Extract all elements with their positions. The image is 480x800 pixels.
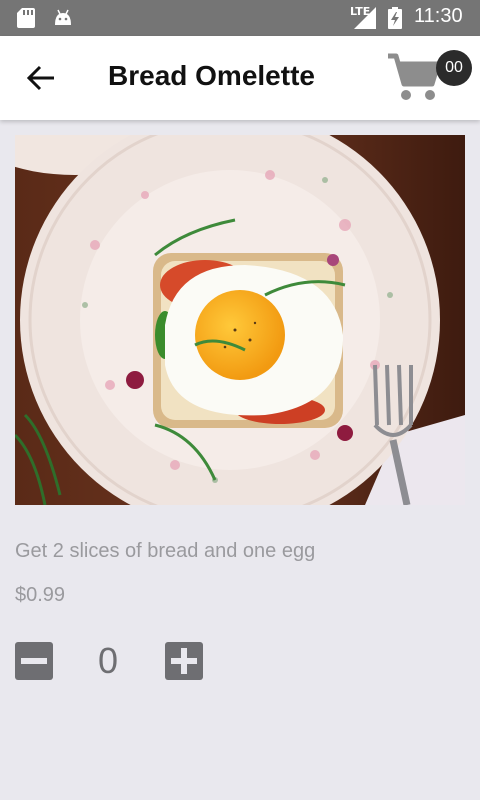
shopping-cart-icon	[388, 53, 441, 100]
android-icon	[55, 9, 71, 25]
cart-button[interactable]: 00	[386, 50, 476, 110]
clock: 11:30	[414, 5, 463, 27]
cart-count-badge: 00	[436, 50, 472, 86]
sd-card-icon	[17, 8, 35, 28]
signal-icon	[354, 7, 376, 29]
product-description: Get 2 slices of bread and one egg	[15, 540, 316, 562]
product-price: $0.99	[15, 584, 66, 606]
product-image	[15, 135, 465, 505]
back-arrow-icon[interactable]	[26, 62, 58, 94]
app-bar: Bread Omelette 00	[0, 36, 480, 120]
battery-charging-icon	[388, 7, 402, 29]
quantity-value: 0	[97, 640, 119, 681]
decrement-button[interactable]	[15, 642, 53, 680]
page-title: Bread Omelette	[108, 60, 315, 91]
status-bar: LTE 11:30	[0, 0, 480, 36]
increment-button[interactable]	[165, 642, 203, 680]
minus-icon	[21, 658, 47, 664]
